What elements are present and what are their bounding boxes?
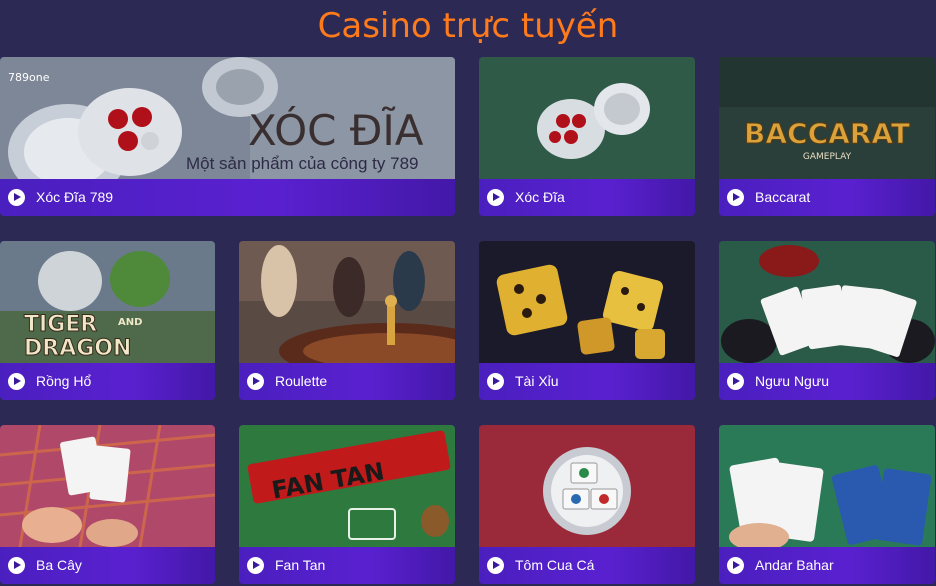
game-label-bar: Ngưu Ngưu — [719, 363, 935, 400]
game-card-nguu-nguu[interactable]: Ngưu Ngưu — [719, 241, 935, 400]
game-thumbnail — [479, 241, 695, 363]
game-card-fan-tan[interactable]: FAN TAN Fan Tan — [239, 425, 455, 584]
play-icon — [487, 189, 504, 206]
game-label: Fan Tan — [275, 557, 326, 573]
game-thumbnail — [479, 425, 695, 547]
game-thumbnail — [239, 241, 455, 363]
game-label-bar: Tài Xỉu — [479, 363, 695, 400]
play-icon — [727, 557, 744, 574]
game-card-tom-cua-ca[interactable]: Tôm Cua Cá — [479, 425, 695, 584]
brand-logo: 789one — [8, 71, 50, 84]
game-label: Ba Cây — [36, 557, 82, 573]
game-thumbnail — [719, 241, 935, 363]
game-label: Rồng Hổ — [36, 373, 92, 389]
play-icon — [8, 373, 25, 390]
game-label: Tôm Cua Cá — [515, 557, 595, 573]
art-headline: XÓC ĐĨA — [248, 105, 424, 155]
page-title: Casino trực tuyến — [317, 6, 619, 46]
game-label: Roulette — [275, 373, 328, 389]
game-label-bar: Xóc Đĩa 789 — [0, 179, 455, 216]
game-card-ba-cay[interactable]: Ba Cây — [0, 425, 215, 584]
art-headline: BACCARAT — [744, 117, 910, 150]
play-icon — [8, 557, 25, 574]
game-label: Ngưu Ngưu — [755, 373, 829, 389]
game-label-bar: Ba Cây — [0, 547, 215, 584]
art-tagline: GAMEPLAY — [803, 152, 852, 162]
game-thumbnail — [479, 57, 695, 179]
art-headline: TIGER — [24, 312, 97, 337]
game-thumbnail: TIGER AND DRAGON — [0, 241, 215, 363]
game-thumbnail: BACCARAT GAMEPLAY — [719, 57, 935, 179]
game-label-bar: Fan Tan — [239, 547, 455, 584]
game-card-tai-xiu[interactable]: Tài Xỉu — [479, 241, 695, 400]
art-headline-2: DRAGON — [24, 336, 131, 361]
play-icon — [8, 189, 25, 206]
game-thumbnail: 789one XÓC ĐĨA Một sản phẩm của công ty … — [0, 57, 455, 179]
play-icon — [247, 557, 264, 574]
play-icon — [727, 373, 744, 390]
art-tagline: Một sản phẩm của công ty 789 — [186, 154, 418, 173]
art-sub: AND — [118, 317, 142, 328]
game-card-rong-ho[interactable]: TIGER AND DRAGON Rồng Hổ — [0, 241, 215, 400]
game-label: Xóc Đĩa 789 — [36, 189, 114, 205]
game-label-bar: Roulette — [239, 363, 455, 400]
play-icon — [487, 557, 504, 574]
game-thumbnail — [719, 425, 935, 547]
game-label-bar: Baccarat — [719, 179, 935, 216]
game-thumbnail — [0, 425, 215, 547]
game-label: Tài Xỉu — [515, 373, 559, 389]
game-label: Xóc Đĩa — [515, 189, 565, 205]
play-icon — [487, 373, 504, 390]
game-label-bar: Xóc Đĩa — [479, 179, 695, 216]
game-card-andar-bahar[interactable]: Andar Bahar — [719, 425, 935, 584]
game-card-baccarat[interactable]: BACCARAT GAMEPLAY Baccarat — [719, 57, 935, 216]
game-card-xoc-dia[interactable]: Xóc Đĩa — [479, 57, 695, 216]
game-card-roulette[interactable]: Roulette — [239, 241, 455, 400]
game-label: Andar Bahar — [755, 557, 834, 573]
game-label: Baccarat — [755, 189, 811, 205]
play-icon — [727, 189, 744, 206]
game-label-bar: Rồng Hổ — [0, 363, 215, 400]
game-label-bar: Andar Bahar — [719, 547, 935, 584]
game-label-bar: Tôm Cua Cá — [479, 547, 695, 584]
game-thumbnail: FAN TAN — [239, 425, 455, 547]
play-icon — [247, 373, 264, 390]
game-card-xoc-dia-789[interactable]: 789one XÓC ĐĨA Một sản phẩm của công ty … — [0, 57, 455, 216]
